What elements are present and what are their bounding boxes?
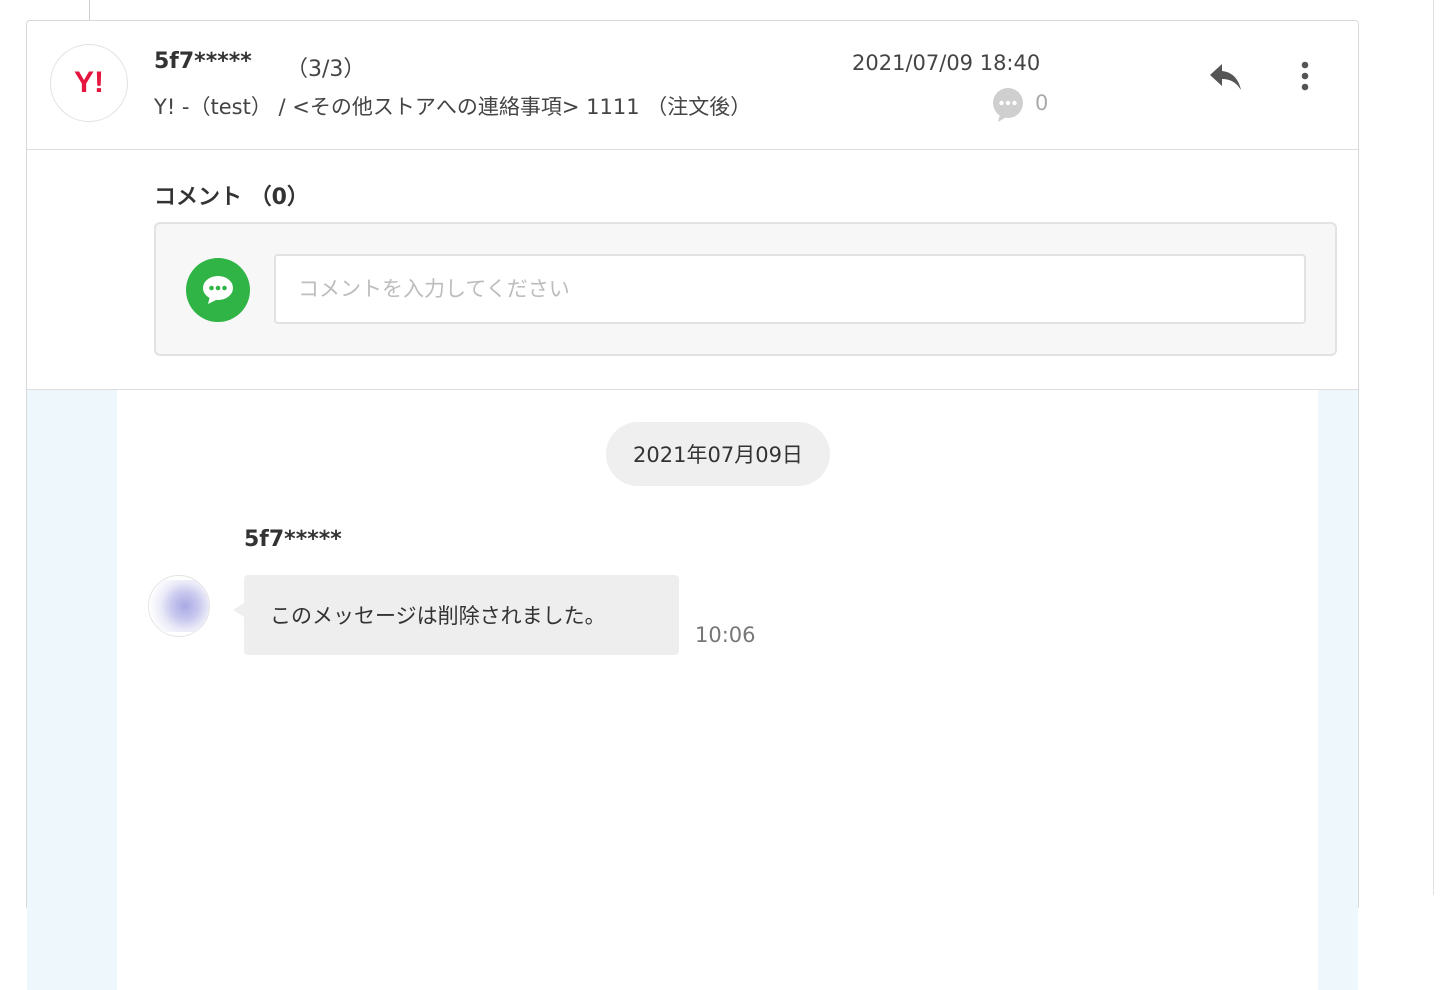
thread-datetime: 2021/07/09 18:40 [852,51,1041,75]
message-sender-name: 5f7***** [244,527,342,552]
blurred-avatar-image [149,580,209,632]
bubble-tail [233,603,244,617]
thread-header[interactable]: Y! 5f7***** （3/3） Y! -（test） / <その他ストアへの… [27,21,1358,150]
message-thread-card: Y! 5f7***** （3/3） Y! -（test） / <その他ストアへの… [26,20,1359,990]
customer-name: 5f7***** [154,49,252,74]
sender-avatar [148,575,210,637]
message-time: 10:06 [695,623,756,647]
more-vertical-icon[interactable] [1293,59,1317,95]
left-divider [89,0,90,20]
message-bubble: このメッセージは削除されました。 [244,575,679,655]
comment-compose-box [154,222,1337,356]
comment-count: 0 [1035,91,1049,115]
right-divider [1433,0,1434,895]
comment-input[interactable] [274,254,1306,324]
comment-section-title: コメント （0） [154,185,309,210]
date-separator: 2021年07月09日 [606,422,830,486]
reply-icon[interactable] [1207,59,1245,95]
comment-bubble-icon [993,88,1023,122]
thread-subject: Y! -（test） / <その他ストアへの連絡事項> 1111 （注文後） [154,95,752,119]
comment-icon [186,258,250,322]
store-logo: Y! [50,44,128,122]
message-count: （3/3） [286,57,366,82]
